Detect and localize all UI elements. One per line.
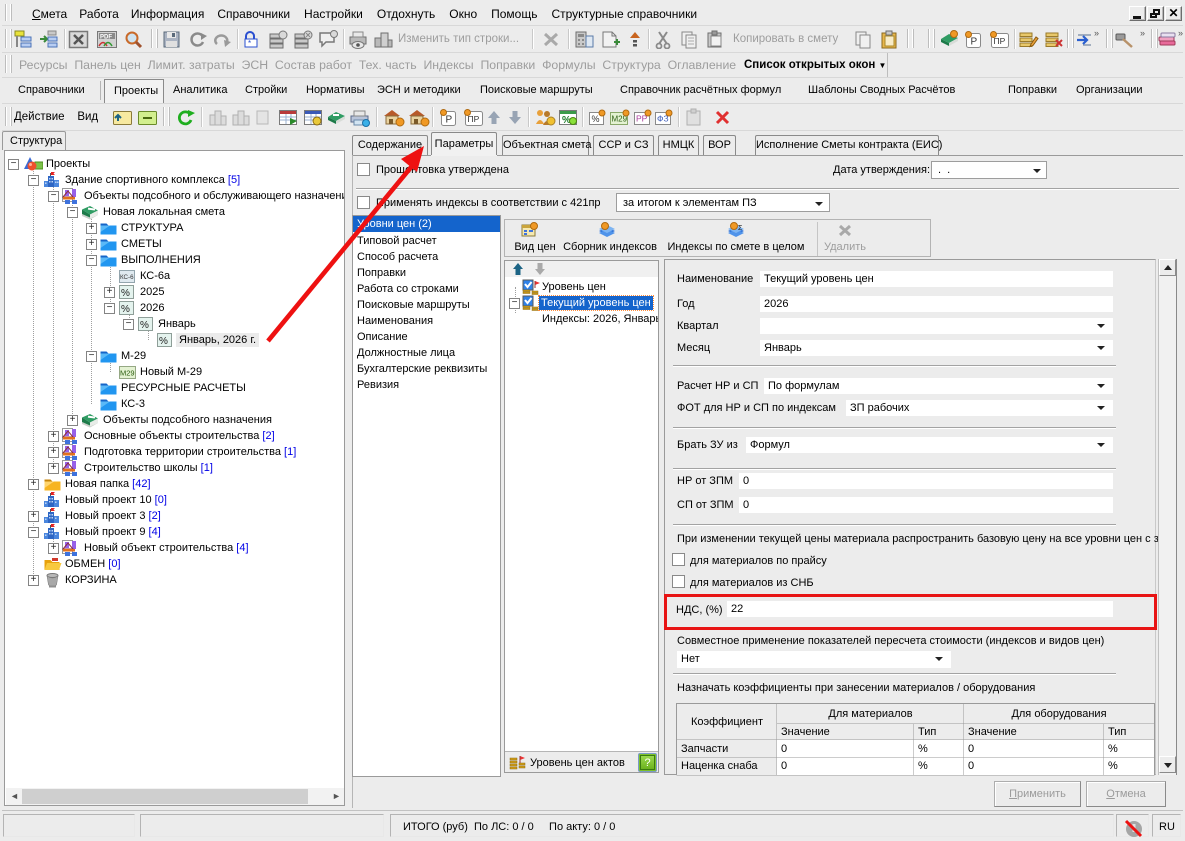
svg-text:%: % (592, 114, 600, 124)
svg-text:*: * (248, 39, 251, 48)
svg-text:ПР: ПР (468, 114, 480, 124)
svg-text:%: % (121, 288, 130, 299)
svg-text:КС-6: КС-6 (120, 274, 134, 281)
svg-text:%: % (159, 336, 168, 347)
svg-text:P: P (446, 115, 453, 126)
svg-text:P: P (971, 37, 978, 48)
svg-text:М29: М29 (120, 369, 135, 378)
svg-text:ПР: ПР (994, 36, 1006, 46)
svg-text:%: % (121, 304, 130, 315)
svg-text:PDF: PDF (100, 35, 112, 41)
svg-text:Σ: Σ (738, 225, 743, 232)
svg-text:%: % (140, 320, 149, 331)
